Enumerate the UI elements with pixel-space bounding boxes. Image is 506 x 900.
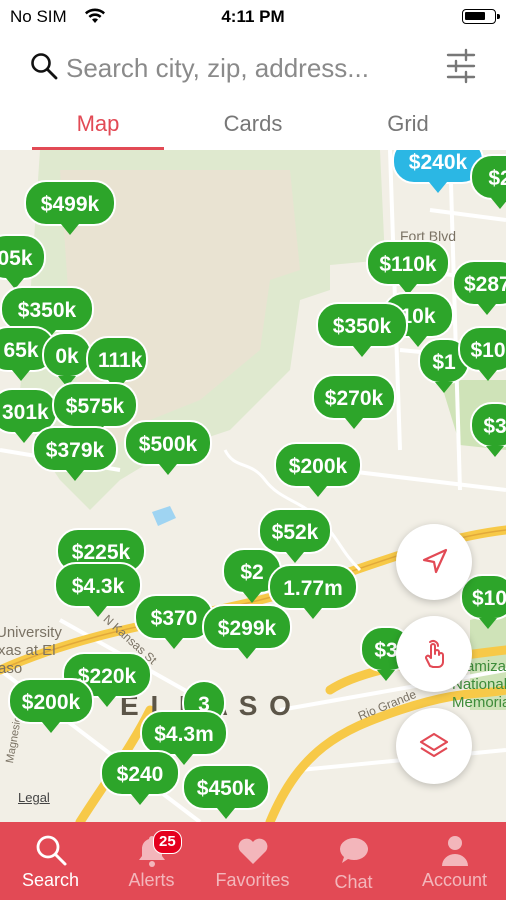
price-pin[interactable]: 05k: [0, 234, 46, 289]
bottom-tab-bar: Search Alerts 25 Favorites Chat Account: [0, 822, 506, 900]
map-layers-button[interactable]: [396, 708, 472, 784]
price-pin[interactable]: 1.77m: [268, 564, 358, 619]
price-pin[interactable]: $4.3k: [54, 562, 142, 617]
tabbar-label: Alerts: [128, 870, 175, 890]
price-pin[interactable]: $450k: [182, 764, 270, 819]
battery-icon: [462, 9, 500, 24]
map-label-texas-at-el: xas at El: [0, 642, 56, 659]
navigation-arrow-icon: [422, 548, 448, 574]
clock: 4:11 PM: [221, 7, 285, 26]
price-pin[interactable]: $200k: [274, 442, 362, 497]
price-pin[interactable]: $2: [470, 154, 506, 209]
tabbar-item-chat[interactable]: Chat: [303, 822, 404, 900]
search-icon: [30, 52, 58, 85]
chat-icon: [339, 838, 368, 863]
map-view[interactable]: Fort Blvd University xas at El aso N Kan…: [0, 150, 506, 822]
price-pin[interactable]: $499k: [24, 180, 116, 235]
price-pin[interactable]: $575k: [52, 382, 138, 437]
filter-sliders-icon[interactable]: [446, 48, 476, 89]
legal-link[interactable]: Legal: [18, 790, 50, 805]
tabbar-label: Favorites: [215, 870, 290, 890]
draw-area-button[interactable]: [396, 616, 472, 692]
price-pin[interactable]: $52k: [258, 508, 332, 563]
person-icon: [441, 836, 468, 866]
locate-me-button[interactable]: [396, 524, 472, 600]
hand-touch-icon: [425, 640, 444, 668]
price-pin[interactable]: $3: [470, 402, 506, 457]
tabbar-label: Chat: [334, 872, 373, 892]
status-bar: No SIM 4:11 PM: [0, 0, 506, 34]
heart-icon: [238, 838, 267, 864]
tab-cards[interactable]: Cards: [190, 102, 316, 150]
search-icon: [36, 835, 66, 866]
tab-grid[interactable]: Grid: [348, 102, 468, 150]
tabbar-item-alerts[interactable]: Alerts: [101, 822, 202, 900]
price-pin[interactable]: 111k: [86, 336, 148, 391]
price-pin[interactable]: $379k: [32, 426, 118, 481]
price-pin[interactable]: $10: [458, 326, 506, 381]
map-label-chamizal-1: amiza: [466, 658, 506, 675]
price-pin[interactable]: $200k: [8, 678, 94, 733]
search-input[interactable]: [66, 48, 428, 88]
tabbar-label: Account: [421, 870, 488, 890]
layers-icon: [419, 732, 449, 758]
tabbar-label: Search: [21, 870, 80, 890]
price-pin[interactable]: $500k: [124, 420, 212, 475]
price-pin[interactable]: $270k: [312, 374, 396, 429]
price-pin[interactable]: $350k: [316, 302, 408, 357]
map-label-university: University: [0, 624, 62, 641]
price-pin[interactable]: $110k: [366, 240, 450, 295]
price-pin[interactable]: 0k: [42, 332, 92, 387]
price-pin[interactable]: $240: [100, 750, 180, 805]
price-pin[interactable]: $299k: [202, 604, 292, 659]
tabbar-item-favorites[interactable]: Favorites: [202, 822, 303, 900]
tab-map[interactable]: Map: [32, 102, 164, 150]
price-pin[interactable]: $287: [452, 260, 506, 315]
tabbar-item-search[interactable]: Search: [0, 822, 101, 900]
tabbar-item-account[interactable]: Account: [404, 822, 505, 900]
view-tabs: Map Cards Grid: [0, 102, 506, 150]
alerts-count-badge: 25: [153, 830, 182, 854]
search-bar: [0, 38, 506, 98]
map-label-chamizal-3: Memorial: [452, 694, 506, 711]
map-label-paso: aso: [0, 660, 23, 677]
